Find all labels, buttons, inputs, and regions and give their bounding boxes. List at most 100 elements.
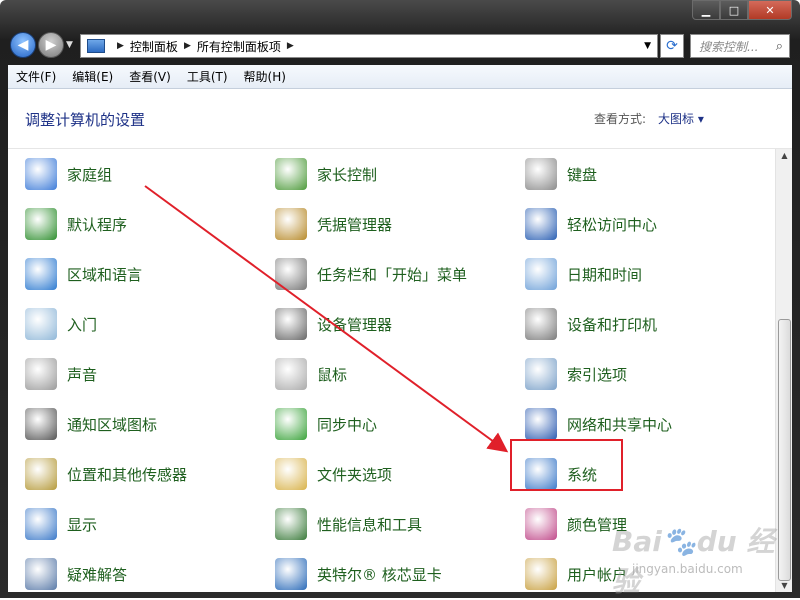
performance-icon [275,508,307,540]
sync-center-icon [275,408,307,440]
control-panel-item[interactable]: 家庭组 [25,158,112,190]
region-language-icon [25,258,57,290]
default-programs-icon [25,208,57,240]
control-panel-item-label: 日期和时间 [567,265,643,284]
control-panel-item-label: 区域和语言 [67,265,143,284]
date-time-icon [525,258,557,290]
location-sensors-icon [25,458,57,490]
maximize-button[interactable]: □ [720,0,748,20]
search-icon[interactable]: ⌕ [776,39,783,54]
menu-file[interactable]: 文件(F) [8,68,64,85]
control-panel-item-label: 任务栏和「开始」菜单 [317,265,468,284]
breadcrumb-control-panel[interactable]: 控制面板 [130,38,178,55]
watermark-url: jingyan.baidu.com [632,562,743,576]
breadcrumb-all-items[interactable]: 所有控制面板项 [197,38,281,55]
devices-printers-icon [525,308,557,340]
menu-bar: 文件(F) 编辑(E) 查看(V) 工具(T) 帮助(H) [8,65,792,89]
control-panel-item-label: 显示 [67,515,98,534]
control-panel-item[interactable]: 入门 [25,308,97,340]
control-panel-item[interactable]: 鼠标 [275,358,347,390]
control-panel-item[interactable]: 英特尔® 核芯显卡 [275,558,442,590]
control-panel-item[interactable]: 日期和时间 [525,258,642,290]
user-accounts-icon [525,558,557,590]
breadcrumb-arrow-icon[interactable]: ▶ [117,41,124,51]
control-panel-item[interactable]: 默认程序 [25,208,127,240]
search-input[interactable]: 搜索控制... ⌕ [690,34,790,58]
control-panel-item-label: 默认程序 [67,215,128,234]
address-bar[interactable]: ▶ 控制面板 ▶ 所有控制面板项 ▶ ▼ [80,34,658,58]
control-panel-item-label: 声音 [67,365,98,384]
control-panel-item-label: 位置和其他传感器 [67,465,188,484]
indexing-icon [525,358,557,390]
minimize-button[interactable]: ▁ [692,0,720,20]
control-panel-item[interactable]: 文件夹选项 [275,458,392,490]
control-panel-item[interactable]: 网络和共享中心 [525,408,672,440]
control-panel-item-label: 性能信息和工具 [317,515,423,534]
control-panel-item-label: 同步中心 [317,415,378,434]
control-panel-item-label: 轻松访问中心 [567,215,658,234]
content-header: 调整计算机的设置 查看方式: 大图标 ▾ [8,89,792,149]
breadcrumb-arrow-icon[interactable]: ▶ [184,41,191,51]
control-panel-item[interactable]: 轻松访问中心 [525,208,657,240]
search-placeholder: 搜索控制... [699,39,759,54]
history-dropdown-icon[interactable]: ▼ [66,40,73,50]
highlight-box [510,439,623,491]
control-panel-item[interactable]: 家长控制 [275,158,377,190]
page-title: 调整计算机的设置 [25,111,146,129]
menu-tools[interactable]: 工具(T) [179,68,236,85]
control-panel-item-label: 家庭组 [67,165,113,184]
caption-buttons: ▁ □ ✕ [692,0,792,20]
credential-manager-icon [275,208,307,240]
control-panel-item[interactable]: 性能信息和工具 [275,508,422,540]
menu-view[interactable]: 查看(V) [121,68,179,85]
control-panel-item-label: 文件夹选项 [317,465,393,484]
forward-button[interactable]: ▶ [38,32,64,58]
taskbar-icon [275,258,307,290]
mouse-icon [275,358,307,390]
address-dropdown-icon[interactable]: ▼ [644,41,651,51]
address-row: ◀ ▶ ▼ ▶ 控制面板 ▶ 所有控制面板项 ▶ ▼ ⟳ 搜索控制... ⌕ [0,28,800,64]
back-button[interactable]: ◀ [10,32,36,58]
control-panel-item[interactable]: 任务栏和「开始」菜单 [275,258,467,290]
device-manager-icon [275,308,307,340]
control-panel-item[interactable]: 通知区域图标 [25,408,157,440]
keyboard-icon [525,158,557,190]
control-panel-item-label: 通知区域图标 [67,415,158,434]
sound-icon [25,358,57,390]
view-by-dropdown[interactable]: 大图标 ▾ [658,110,704,127]
homegroup-icon [25,158,57,190]
control-panel-item[interactable]: 设备管理器 [275,308,392,340]
ease-of-access-icon [525,208,557,240]
control-panel-item[interactable]: 位置和其他传感器 [25,458,187,490]
control-panel-item-label: 索引选项 [567,365,628,384]
control-panel-item[interactable]: 疑难解答 [25,558,127,590]
color-management-icon [525,508,557,540]
control-panel-item-label: 入门 [67,315,98,334]
control-panel-item[interactable]: 区域和语言 [25,258,142,290]
control-panel-icon [87,39,105,53]
refresh-button[interactable]: ⟳ [660,34,684,58]
control-panel-item[interactable]: 凭据管理器 [275,208,392,240]
menu-help[interactable]: 帮助(H) [236,68,294,85]
menu-edit[interactable]: 编辑(E) [64,68,121,85]
close-button[interactable]: ✕ [748,0,792,20]
control-panel-item[interactable]: 显示 [25,508,97,540]
breadcrumb-arrow-icon[interactable]: ▶ [287,41,294,51]
troubleshooting-icon [25,558,57,590]
control-panel-item-label: 网络和共享中心 [567,415,673,434]
control-panel-item[interactable]: 同步中心 [275,408,377,440]
control-panel-item-label: 疑难解答 [67,565,128,584]
folder-options-icon [275,458,307,490]
notification-icons-icon [25,408,57,440]
control-panel-item-label: 设备管理器 [317,315,393,334]
control-panel-item[interactable]: 设备和打印机 [525,308,657,340]
getting-started-icon [25,308,57,340]
display-icon [25,508,57,540]
scroll-up-icon[interactable]: ▲ [776,151,793,160]
control-panel-item-label: 凭据管理器 [317,215,393,234]
control-panel-item[interactable]: 声音 [25,358,97,390]
watermark-logo: Bai🐾du 经验 [612,525,775,598]
control-panel-item[interactable]: 键盘 [525,158,597,190]
parental-controls-icon [275,158,307,190]
control-panel-item[interactable]: 索引选项 [525,358,627,390]
